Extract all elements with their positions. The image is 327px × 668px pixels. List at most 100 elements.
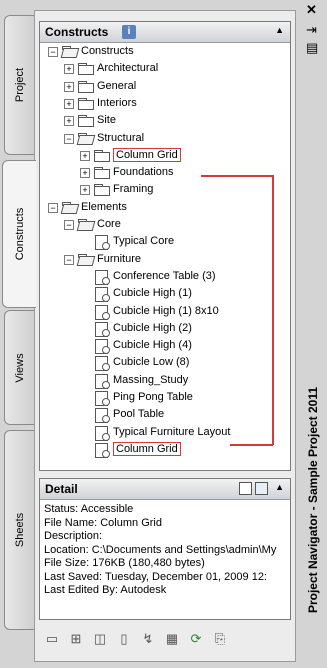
- tab-views[interactable]: Views: [4, 310, 34, 425]
- vertical-tabs: Project Constructs Views Sheets: [0, 0, 36, 668]
- tree-item-label: Framing: [113, 183, 154, 196]
- tree-item-label: Cubicle Low (8): [113, 356, 190, 369]
- tree-item[interactable]: Cubicle High (4): [40, 337, 290, 355]
- tree-item[interactable]: Typical Core: [40, 233, 290, 251]
- refresh-icon[interactable]: ⟳: [187, 630, 205, 648]
- connector-line: [230, 444, 273, 446]
- collapse-tree-icon[interactable]: −: [64, 133, 74, 144]
- tree-item[interactable]: + Site: [40, 112, 290, 130]
- project-navigator-palette: Project Constructs Views Sheets Construc…: [0, 0, 327, 668]
- detail-line: Status: Accessible: [44, 503, 134, 515]
- new-category-icon[interactable]: ▭: [43, 630, 61, 648]
- collapse-icon[interactable]: ▲: [275, 482, 284, 492]
- tree-item-label: Typical Core: [113, 235, 175, 248]
- detail-text: Status: Accessible File Name: Column Grid…: [40, 500, 290, 601]
- element-icon: [94, 356, 110, 372]
- tree-item[interactable]: − Elements: [40, 199, 290, 217]
- constructs-title: Constructs: [45, 25, 109, 39]
- expand-icon[interactable]: +: [64, 98, 74, 109]
- tree-item-label: Column Grid: [113, 441, 181, 456]
- open-folder-icon: [76, 253, 96, 266]
- tree-item[interactable]: + Architectural: [40, 60, 290, 78]
- new-element-icon[interactable]: ◫: [91, 630, 109, 648]
- detail-line: Description:: [44, 530, 103, 542]
- folder-icon: [78, 115, 94, 128]
- expand-icon[interactable]: +: [80, 150, 90, 161]
- element-icon: [94, 321, 110, 337]
- collapse-tree-icon[interactable]: −: [64, 220, 74, 230]
- tree-item[interactable]: Cubicle High (1): [40, 285, 290, 303]
- detail-view-icon[interactable]: [255, 482, 268, 495]
- properties-icon[interactable]: ▦: [163, 630, 181, 648]
- new-construct-icon[interactable]: ⊞: [67, 630, 85, 648]
- element-icon: [94, 304, 110, 320]
- detail-box: Detail ▲ Status: Accessible File Name: Co…: [39, 478, 291, 620]
- tree-item[interactable]: − Core: [40, 216, 290, 234]
- tree-item-label: Core: [97, 218, 121, 230]
- info-icon[interactable]: i: [122, 25, 136, 39]
- detail-line: File Name: Column Grid: [44, 516, 162, 529]
- tree-item[interactable]: + Column Grid: [40, 147, 290, 165]
- tree-item[interactable]: − Structural: [40, 130, 290, 148]
- palette-title: Project Navigator - Sample Project 2011: [305, 386, 320, 614]
- tree-item[interactable]: Conference Table (3): [40, 268, 290, 286]
- tree-item-label: Constructs: [81, 45, 134, 57]
- tree-item[interactable]: − Furniture: [40, 251, 290, 269]
- repath-icon[interactable]: ⎘: [211, 630, 229, 648]
- tree-item-label: Furniture: [97, 252, 142, 265]
- folder-icon: [94, 184, 110, 197]
- properties-menu-icon[interactable]: ▤: [306, 40, 318, 56]
- folder-icon: [78, 63, 94, 76]
- autohide-icon[interactable]: ⇥: [306, 22, 317, 38]
- tree-item[interactable]: Massing_Study: [40, 372, 290, 390]
- tree-item[interactable]: + Interiors: [40, 95, 290, 113]
- tree-item[interactable]: Typical Furniture Layout: [40, 424, 290, 442]
- preview-toggle-icon[interactable]: [239, 482, 252, 495]
- tree-item[interactable]: − Constructs: [40, 43, 290, 61]
- paste-icon[interactable]: ▯: [115, 630, 133, 648]
- tree-item-label: Cubicle High (1): [113, 287, 192, 300]
- tree-item[interactable]: Ping Pong Table: [40, 389, 290, 407]
- tree-item[interactable]: Pool Table: [40, 406, 290, 424]
- tree-item-label: Structural: [97, 131, 145, 144]
- expand-icon[interactable]: +: [64, 64, 74, 75]
- expand-icon[interactable]: +: [64, 116, 74, 127]
- open-folder-icon: [60, 201, 80, 214]
- collapse-icon[interactable]: ▲: [275, 25, 284, 35]
- collapse-tree-icon[interactable]: −: [64, 254, 74, 265]
- detail-line: Last Edited By: Autodesk: [44, 584, 167, 596]
- folder-icon: [94, 149, 110, 162]
- expand-icon[interactable]: +: [80, 185, 90, 196]
- element-icon: [94, 269, 110, 285]
- element-icon: [94, 408, 110, 424]
- tree-item-label: Site: [97, 114, 116, 127]
- tab-project[interactable]: Project: [4, 15, 34, 155]
- detail-line: File Size: 176KB (180,480 bytes): [44, 557, 205, 569]
- tree-item-label: Foundations: [113, 166, 174, 179]
- detail-line: Location: C:\Documents and Settings\admi…: [44, 543, 277, 556]
- element-icon: [94, 391, 110, 406]
- tree-item[interactable]: + Framing: [40, 181, 290, 199]
- tree-item-label: Interiors: [97, 96, 137, 109]
- connector-line: [201, 175, 273, 177]
- detail-header: Detail ▲: [40, 479, 290, 500]
- xref-icon[interactable]: ↯: [139, 630, 157, 648]
- tree-item[interactable]: + General: [40, 78, 290, 96]
- collapse-tree-icon[interactable]: −: [48, 202, 58, 213]
- expand-icon[interactable]: +: [80, 168, 90, 179]
- open-folder-icon: [76, 219, 96, 231]
- detail-line: Last Saved: Tuesday, December 01, 2009 1…: [44, 570, 267, 583]
- tree-item[interactable]: + Foundations: [40, 164, 290, 182]
- close-icon[interactable]: ✕: [306, 2, 317, 18]
- tree-item[interactable]: Cubicle Low (8): [40, 354, 290, 372]
- tab-constructs[interactable]: Constructs: [2, 160, 36, 308]
- content-panel: Constructs i ▲ − Constructs + Architectural…: [34, 10, 296, 662]
- tree-item-label: Massing_Study: [113, 373, 189, 386]
- tree-item[interactable]: Cubicle High (2): [40, 320, 290, 338]
- folder-icon: [94, 167, 110, 180]
- tab-sheets[interactable]: Sheets: [4, 430, 34, 630]
- expand-icon[interactable]: +: [64, 81, 74, 92]
- collapse-tree-icon[interactable]: −: [48, 47, 58, 57]
- constructs-header: Constructs i ▲: [40, 22, 290, 43]
- tree-item[interactable]: Cubicle High (1) 8x10: [40, 303, 290, 321]
